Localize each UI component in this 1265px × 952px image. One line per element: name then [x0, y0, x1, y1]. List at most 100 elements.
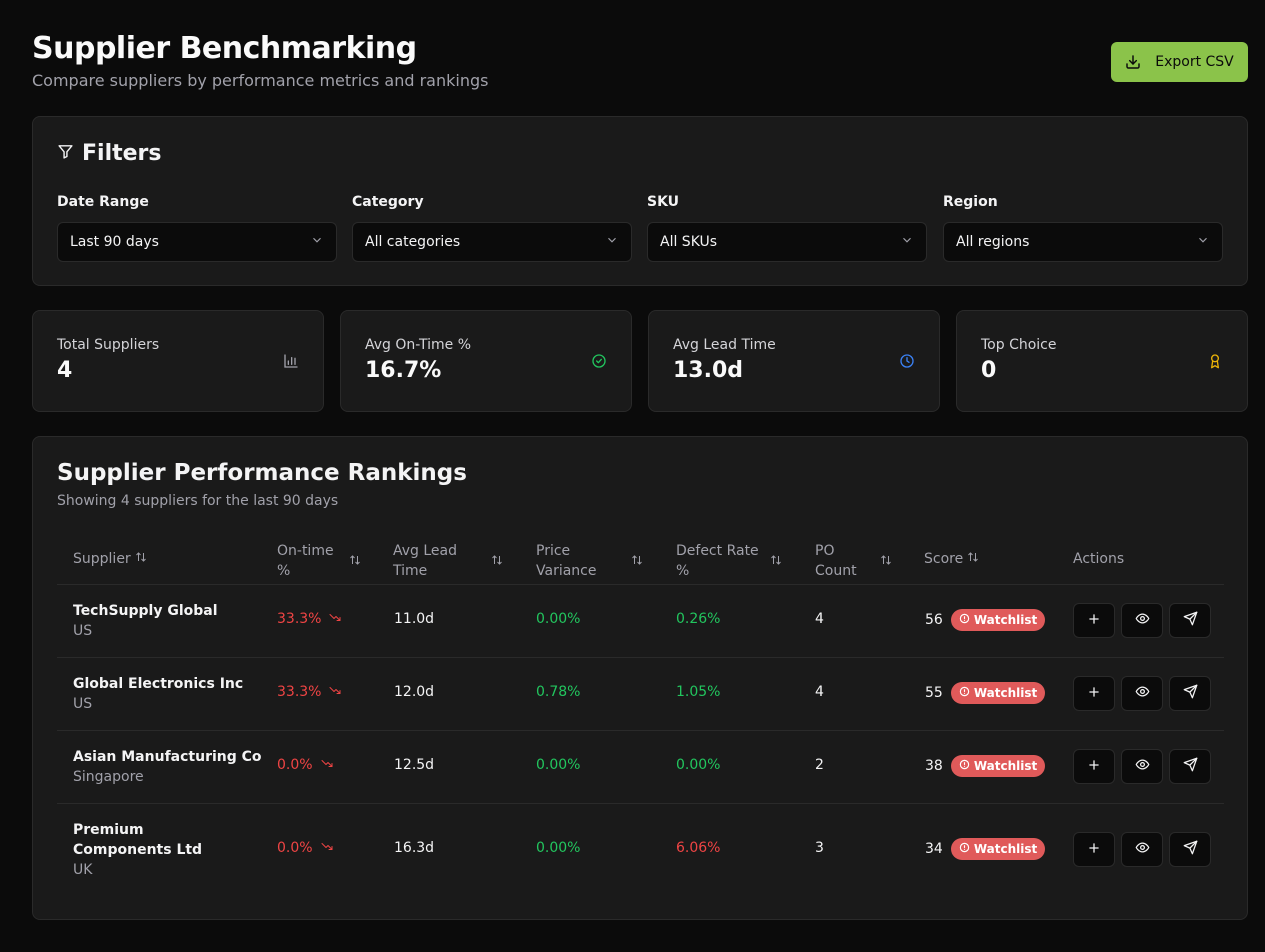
page-title: Supplier Benchmarking: [32, 31, 417, 66]
stat-label: Avg On-Time %: [365, 337, 472, 353]
col-header-ontime[interactable]: On-time %: [277, 541, 334, 581]
col-header-label: Count: [815, 563, 857, 579]
plus-icon: [1087, 758, 1101, 776]
sort-icon[interactable]: [349, 551, 363, 565]
stat-value: 0: [981, 358, 997, 383]
row-actions: [1073, 603, 1211, 638]
supplier-name[interactable]: Premium Components Ltd: [73, 820, 243, 860]
sort-icon[interactable]: [631, 551, 645, 565]
sort-icon[interactable]: [880, 551, 894, 565]
supplier-region: US: [73, 696, 93, 712]
stat-label: Avg Lead Time: [673, 337, 776, 353]
score-cell: 56 Watchlist: [925, 609, 1046, 631]
stat-avg-lead-time: Avg Lead Time 13.0d: [648, 310, 940, 412]
table-row: TechSupply Global US 33.3% 11.0d 0.00% 0…: [57, 585, 1224, 658]
trending-down-icon: [321, 757, 333, 773]
add-button[interactable]: [1073, 676, 1115, 711]
row-actions: [1073, 676, 1211, 711]
trending-down-icon: [321, 840, 333, 856]
view-button[interactable]: [1121, 603, 1163, 638]
col-header-label: On-time: [277, 543, 334, 559]
stat-value: 13.0d: [673, 358, 744, 383]
col-header-po-count[interactable]: PO Count: [815, 541, 857, 581]
filter-label: Region: [943, 194, 998, 210]
col-header-supplier[interactable]: Supplier: [73, 549, 147, 569]
status-badge: Watchlist: [950, 682, 1046, 704]
add-button[interactable]: [1073, 603, 1115, 638]
select-value: All SKUs: [660, 234, 718, 250]
lead-time-cell: 12.0d: [394, 684, 435, 700]
supplier-cell: Asian Manufacturing Co Singapore: [73, 747, 262, 787]
send-icon: [1183, 840, 1198, 859]
ontime-cell: 33.3%: [277, 684, 341, 700]
select-value: Last 90 days: [70, 234, 159, 250]
send-icon: [1183, 757, 1198, 776]
sort-icon: [135, 549, 147, 569]
table-row: Global Electronics Inc US 33.3% 12.0d 0.…: [57, 658, 1224, 731]
trending-down-icon: [329, 611, 341, 627]
send-button[interactable]: [1169, 832, 1211, 867]
score-cell: 55 Watchlist: [925, 682, 1046, 704]
date-range-select[interactable]: Last 90 days: [57, 222, 337, 262]
filter-category: Category All categories: [352, 194, 632, 262]
send-button[interactable]: [1169, 749, 1211, 784]
col-header-label: Avg Lead: [393, 543, 458, 559]
send-button[interactable]: [1169, 603, 1211, 638]
col-header-price-variance[interactable]: Price Variance: [536, 541, 596, 581]
eye-icon: [1135, 684, 1150, 703]
send-button[interactable]: [1169, 676, 1211, 711]
filter-icon: [57, 141, 74, 166]
defect-rate-cell: 6.06%: [676, 840, 721, 856]
add-button[interactable]: [1073, 749, 1115, 784]
col-header-lead-time[interactable]: Avg Lead Time: [393, 541, 457, 581]
price-variance-cell: 0.00%: [536, 611, 581, 627]
stat-total-suppliers: Total Suppliers 4: [32, 310, 324, 412]
lead-time-cell: 12.5d: [394, 757, 435, 773]
ontime-cell: 0.0%: [277, 757, 333, 773]
eye-icon: [1135, 757, 1150, 776]
lead-time-cell: 11.0d: [394, 611, 435, 627]
page: Supplier Benchmarking Compare suppliers …: [0, 0, 1265, 952]
score-value: 56: [925, 612, 943, 628]
price-variance-cell: 0.78%: [536, 684, 581, 700]
supplier-name[interactable]: TechSupply Global: [73, 601, 218, 621]
export-csv-button[interactable]: Export CSV: [1111, 42, 1248, 82]
ontime-cell: 0.0%: [277, 840, 333, 856]
ontime-value: 33.3%: [277, 684, 322, 700]
supplier-name[interactable]: Asian Manufacturing Co: [73, 747, 262, 767]
row-actions: [1073, 749, 1211, 784]
filters-heading: Filters: [57, 141, 162, 166]
category-select[interactable]: All categories: [352, 222, 632, 262]
score-cell: 38 Watchlist: [925, 755, 1046, 777]
view-button[interactable]: [1121, 749, 1163, 784]
ontime-value: 33.3%: [277, 611, 322, 627]
status-badge: Watchlist: [950, 755, 1046, 777]
chevron-down-icon: [605, 233, 619, 251]
supplier-name[interactable]: Global Electronics Inc: [73, 674, 243, 694]
check-circle-icon: [591, 353, 607, 369]
sort-icon[interactable]: [770, 551, 784, 565]
col-header-label: Time: [393, 563, 428, 579]
region-select[interactable]: All regions: [943, 222, 1223, 262]
view-button[interactable]: [1121, 676, 1163, 711]
award-icon: [1207, 353, 1223, 369]
score-value: 55: [925, 685, 943, 701]
po-count-cell: 4: [815, 684, 824, 700]
supplier-cell: Global Electronics Inc US: [73, 674, 243, 714]
eye-icon: [1135, 611, 1150, 630]
col-header-defect-rate[interactable]: Defect Rate %: [676, 541, 759, 581]
sku-select[interactable]: All SKUs: [647, 222, 927, 262]
rankings-card: Supplier Performance Rankings Showing 4 …: [32, 436, 1248, 920]
plus-icon: [1087, 685, 1101, 703]
sort-icon[interactable]: [491, 551, 505, 565]
trending-down-icon: [329, 684, 341, 700]
chevron-down-icon: [310, 233, 324, 251]
col-header-score[interactable]: Score: [924, 549, 979, 569]
select-value: All regions: [956, 234, 1030, 250]
table-row: Premium Components Ltd UK 0.0% 16.3d 0.0…: [57, 804, 1224, 897]
add-button[interactable]: [1073, 832, 1115, 867]
export-csv-label: Export CSV: [1155, 54, 1234, 70]
view-button[interactable]: [1121, 832, 1163, 867]
row-actions: [1073, 832, 1211, 867]
filter-region: Region All regions: [943, 194, 1223, 262]
